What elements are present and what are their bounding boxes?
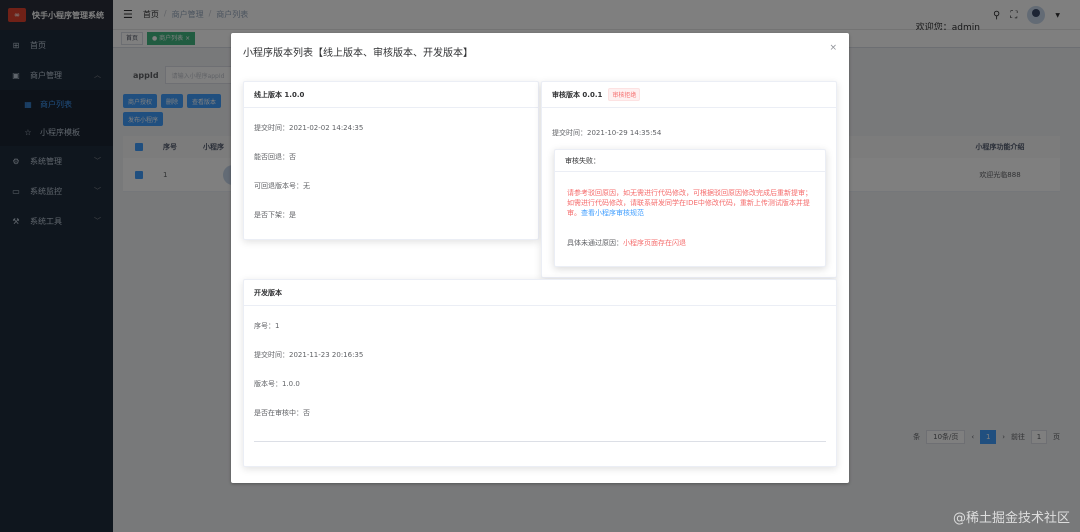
dev-in-audit: 是否在审核中：否: [254, 409, 310, 417]
audit-rules-link[interactable]: 查看小程序审核规范: [581, 209, 644, 217]
dev-version: 版本号：1.0.0: [254, 380, 300, 388]
fail-message: 请参考驳回原因，如无需进行代码修改，可根据驳回原因修改完成后重新提审；如需进行代…: [567, 189, 812, 217]
dev-submit-time: 提交时间：2021-11-23 20:16:35: [254, 351, 364, 359]
fail-reason: 具体未通过原因：小程序页面存在闪退: [567, 239, 686, 247]
close-icon[interactable]: ×: [829, 43, 837, 53]
dev-version-card: 开发版本 序号：1 提交时间：2021-11-23 20:16:35 版本号：1…: [243, 279, 837, 467]
status-badge: 审核拒绝: [608, 88, 641, 101]
online-removed: 是否下架：是: [254, 211, 296, 219]
card-title: 开发版本: [244, 280, 836, 306]
online-rollback-version: 可回退版本号：无: [254, 182, 310, 190]
audit-submit-time: 提交时间：2021-10-29 14:35:54: [552, 129, 662, 137]
dialog-title: 小程序版本列表【线上版本、审核版本、开发版本】: [243, 48, 473, 59]
online-can-rollback: 能否回退：否: [254, 153, 296, 161]
version-dialog: 小程序版本列表【线上版本、审核版本、开发版本】 × 线上版本 1.0.0 提交时…: [231, 33, 849, 483]
audit-version-card: 审核版本 0.0.1 审核拒绝 提交时间：2021-10-29 14:35:54…: [541, 81, 837, 278]
online-version-card: 线上版本 1.0.0 提交时间：2021-02-02 14:24:35 能否回退…: [243, 81, 539, 240]
card-title: 审核版本 0.0.1 审核拒绝: [542, 82, 836, 108]
watermark: @稀土掘金技术社区: [952, 511, 1070, 526]
online-submit-time: 提交时间：2021-02-02 14:24:35: [254, 124, 364, 132]
fail-reason-value: 小程序页面存在闪退: [623, 239, 686, 247]
audit-fail-card: 审核失败： 请参考驳回原因，如无需进行代码修改，可根据驳回原因修改完成后重新提审…: [554, 149, 826, 267]
dev-seq: 序号：1: [254, 322, 280, 330]
card-title: 线上版本 1.0.0: [244, 82, 538, 108]
fail-title: 审核失败：: [555, 150, 825, 172]
divider: [254, 441, 826, 442]
